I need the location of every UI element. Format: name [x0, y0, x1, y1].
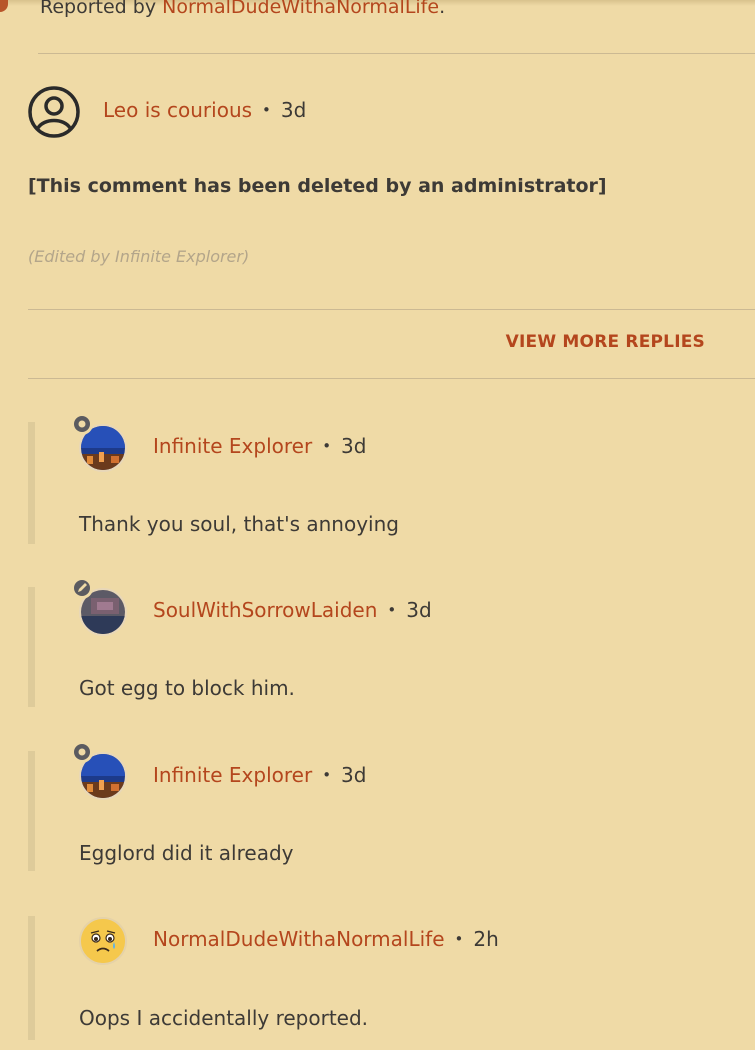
- reporter-username[interactable]: NormalDudeWithaNormalLife: [162, 0, 439, 18]
- view-more-replies-button[interactable]: VIEW MORE REPLIES: [506, 332, 705, 352]
- comment-age[interactable]: 3d: [281, 98, 306, 122]
- separator-dot: •: [387, 601, 397, 619]
- reply-username[interactable]: SoulWithSorrowLaiden: [153, 598, 377, 622]
- reply-text: Got egg to block him.: [79, 676, 295, 700]
- reply-thread-bar: [28, 751, 35, 871]
- reply-age[interactable]: 3d: [341, 434, 366, 458]
- divider: [28, 309, 755, 310]
- reply-username[interactable]: NormalDudeWithaNormalLife: [153, 927, 445, 951]
- reply-age[interactable]: 2h: [473, 927, 498, 951]
- crying-face-icon: [81, 919, 125, 963]
- top-corner-accent: [0, 0, 8, 12]
- reply-username[interactable]: Infinite Explorer: [153, 763, 312, 787]
- reply-username[interactable]: Infinite Explorer: [153, 434, 312, 458]
- separator-dot: •: [322, 437, 332, 455]
- reply-header: NormalDudeWithaNormalLife • 2h: [153, 927, 499, 951]
- reply-text: Thank you soul, that's annoying: [79, 512, 399, 536]
- comment-header: Leo is courious • 3d: [103, 98, 306, 122]
- reply-text: Egglord did it already: [79, 841, 294, 865]
- reply-header: Infinite Explorer • 3d: [153, 763, 366, 787]
- divider: [28, 378, 755, 379]
- edited-note: (Edited by Infinite Explorer): [28, 247, 250, 266]
- report-prefix: Reported by: [40, 0, 163, 18]
- reply-thread-bar: [28, 916, 35, 1040]
- deleted-comment-body: [This comment has been deleted by an adm…: [28, 175, 607, 197]
- comment-username[interactable]: Leo is courious: [103, 98, 252, 122]
- gear-badge-icon: [71, 413, 93, 435]
- separator-dot: •: [262, 101, 271, 119]
- report-notice: Reported by NormalDudeWithaNormalLife.: [40, 0, 445, 18]
- user-circle-icon[interactable]: [28, 86, 80, 138]
- reply-thread-bar: [28, 422, 35, 544]
- reply-header: Infinite Explorer • 3d: [153, 434, 366, 458]
- reply-age[interactable]: 3d: [341, 763, 366, 787]
- gear-badge-icon: [71, 741, 93, 763]
- avatar[interactable]: [79, 917, 127, 965]
- divider: [38, 53, 755, 54]
- pencil-badge-icon: [71, 577, 93, 599]
- reply-thread-bar: [28, 587, 35, 707]
- separator-dot: •: [322, 766, 332, 784]
- reply-age[interactable]: 3d: [406, 598, 431, 622]
- reply-header: SoulWithSorrowLaiden • 3d: [153, 598, 432, 622]
- report-suffix: .: [439, 0, 446, 18]
- separator-dot: •: [454, 930, 464, 948]
- reply-text: Oops I accidentally reported.: [79, 1006, 369, 1030]
